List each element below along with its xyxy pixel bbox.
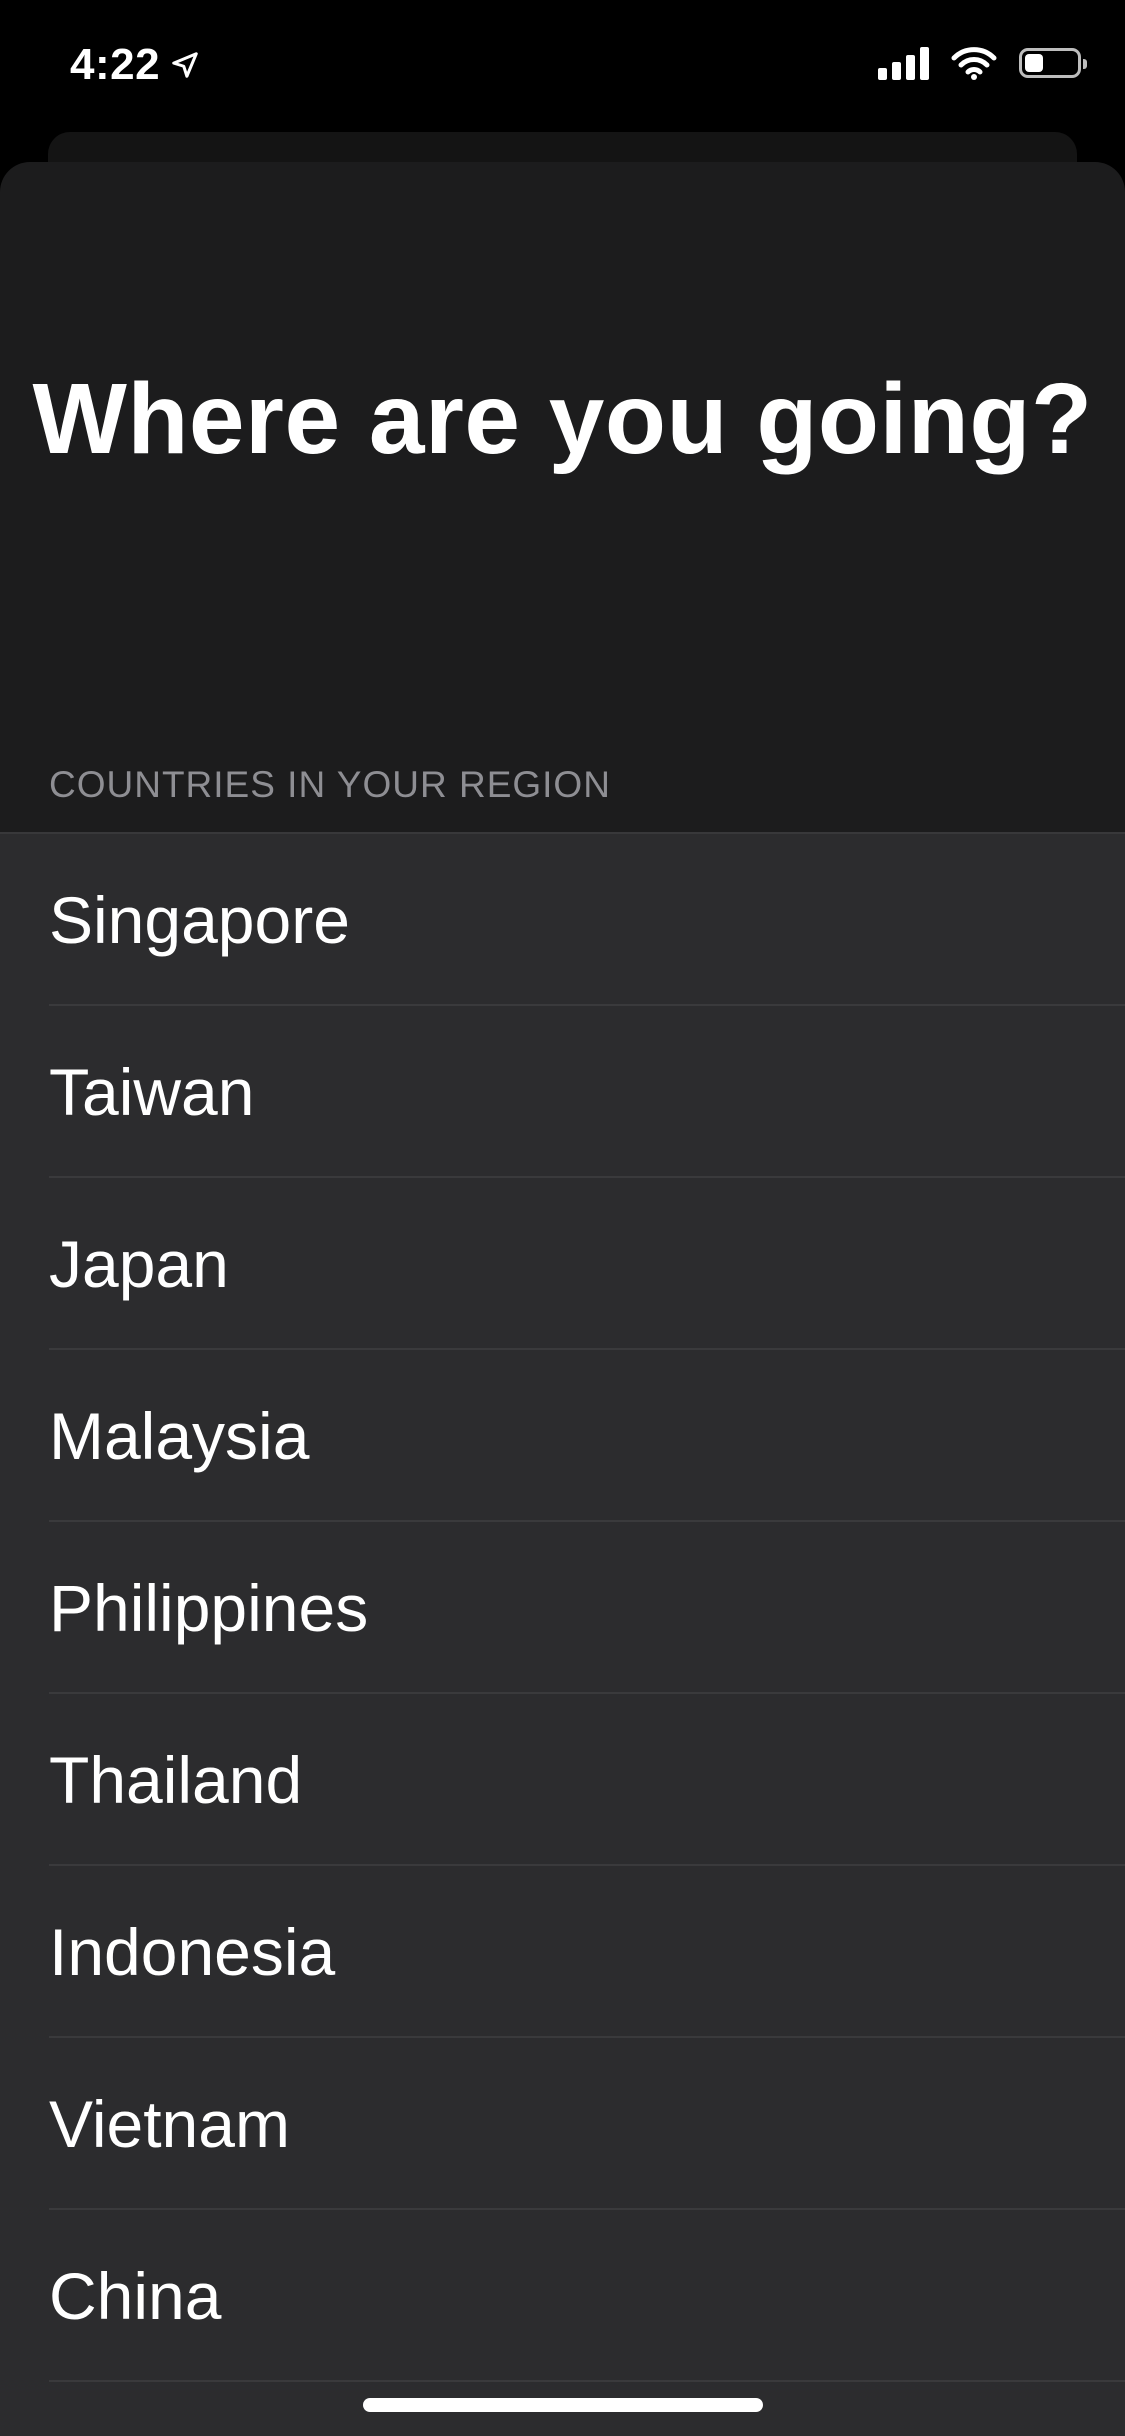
page-title: Where are you going?	[32, 363, 1093, 475]
list-item-label: Vietnam	[49, 2087, 290, 2161]
status-bar: 4:22	[0, 0, 1125, 132]
list-item-singapore[interactable]: Singapore	[0, 834, 1125, 1006]
list-item-philippines[interactable]: Philippines	[0, 1522, 1125, 1694]
list-item-label: Thailand	[49, 1743, 303, 1817]
battery-level-fill	[1025, 54, 1043, 72]
list-item-vietnam[interactable]: Vietnam	[0, 2038, 1125, 2210]
list-item-japan[interactable]: Japan	[0, 1178, 1125, 1350]
list-item-label: Philippines	[49, 1571, 369, 1645]
list-item-label: Malaysia	[49, 1399, 310, 1473]
cellular-signal-icon	[878, 46, 929, 80]
list-item-malaysia[interactable]: Malaysia	[0, 1350, 1125, 1522]
home-indicator[interactable]	[363, 2398, 763, 2412]
list-item-label: Singapore	[49, 883, 350, 957]
list-item-label: Japan	[49, 1227, 229, 1301]
list-item-taiwan[interactable]: Taiwan	[0, 1006, 1125, 1178]
list-item-label: Taiwan	[49, 1055, 255, 1129]
list-item-label: Indonesia	[49, 1915, 336, 1989]
section-header: COUNTRIES IN YOUR REGION	[49, 764, 611, 805]
status-indicators	[878, 46, 1087, 80]
list-item-indonesia[interactable]: Indonesia	[0, 1866, 1125, 2038]
location-arrow-icon	[172, 52, 198, 78]
list-item-thailand[interactable]: Thailand	[0, 1694, 1125, 1866]
list-item-label: China	[49, 2259, 222, 2333]
country-list: Singapore Taiwan Japan Malaysia Philippi…	[0, 832, 1125, 2436]
status-time: 4:22	[70, 40, 161, 89]
list-item-china[interactable]: China	[0, 2210, 1125, 2382]
status-time-group: 4:22	[70, 40, 200, 90]
wifi-icon	[951, 47, 997, 80]
battery-icon	[1019, 48, 1087, 78]
destination-sheet: Where are you going? COUNTRIES IN YOUR R…	[0, 162, 1125, 2436]
